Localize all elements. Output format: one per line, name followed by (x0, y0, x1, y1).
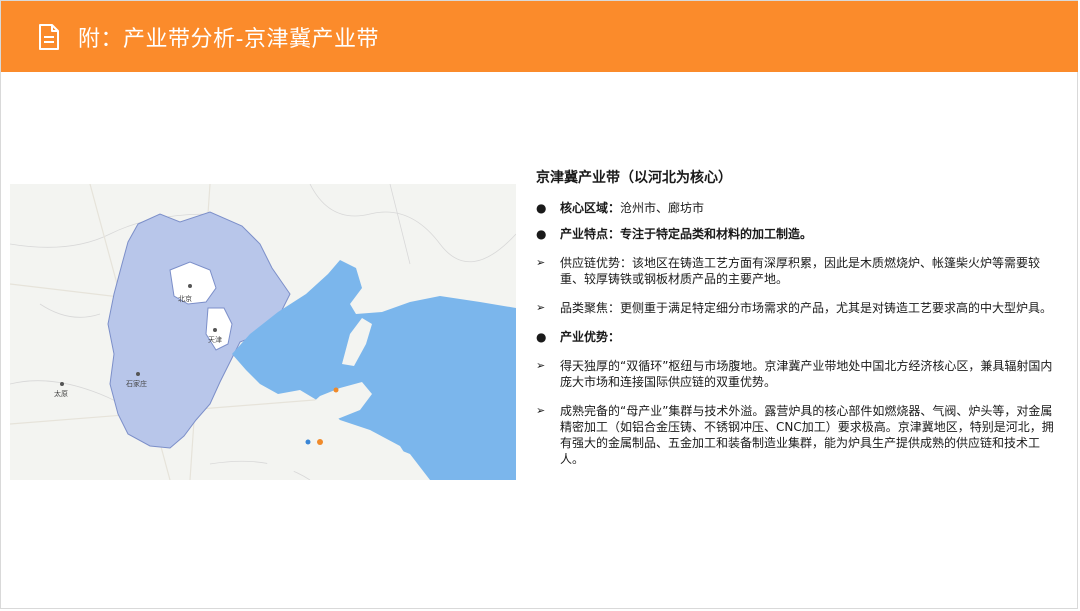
list-item: ➢ 成熟完备的“母产业”集群与技术外溢。露营炉具的核心部件如燃烧器、气阀、炉头等… (536, 403, 1056, 467)
map-label-tianjin: 天津 (208, 336, 222, 344)
advantage-1-text: 得天独厚的“双循环”枢纽与市场腹地。京津冀产业带地处中国北方经济核心区，兼具辐射… (560, 359, 1053, 389)
map-label-taiyuan: 太原 (54, 389, 68, 398)
bullet-icon: ● (536, 227, 547, 241)
header-bar: 附：产业带分析-京津冀产业带 (1, 1, 1078, 72)
supply-chain-text: 供应链优势：该地区在铸造工艺方面有深厚积累，因此是木质燃烧炉、帐篷柴火炉等需要较… (560, 256, 1041, 286)
arrow-bullet-icon: ➢ (536, 359, 546, 372)
bullet-icon: ● (536, 201, 547, 215)
advantage-2-text: 成熟完备的“母产业”集群与技术外溢。露营炉具的核心部件如燃烧器、气阀、炉头等，对… (560, 404, 1054, 466)
map-label-shijiazhuang: 石家庄 (126, 379, 147, 388)
document-icon (39, 23, 59, 50)
list-item: ● 核心区域：沧州市、廊坊市 (536, 200, 1056, 216)
arrow-bullet-icon: ➢ (536, 256, 546, 269)
advantage-title: 产业优势： (560, 330, 621, 344)
list-item: ➢ 得天独厚的“双循环”枢纽与市场腹地。京津冀产业带地处中国北方经济核心区，兼具… (536, 358, 1056, 390)
list-item: ➢ 品类聚焦：更侧重于满足特定细分市场需求的产品，尤其是对铸造工艺要求高的中大型… (536, 300, 1056, 316)
feature-title: 产业特点：专注于特定品类和材料的加工制造。 (560, 227, 813, 241)
bullet-icon: ● (536, 330, 547, 344)
core-label: 核心区域： (560, 201, 621, 215)
category-text: 品类聚焦：更侧重于满足特定细分市场需求的产品，尤其是对铸造工艺要求高的中大型炉具… (560, 301, 1053, 315)
analysis-text: 京津冀产业带（以河北为核心） ● 核心区域：沧州市、廊坊市 ● 产业特点：专注于… (536, 170, 1056, 480)
section-heading: 京津冀产业带（以河北为核心） (536, 170, 732, 186)
list-item: ● 产业特点：专注于特定品类和材料的加工制造。 (536, 226, 1056, 242)
map-label-beijing: 北京 (178, 294, 192, 303)
page-title: 附：产业带分析-京津冀产业带 (78, 26, 379, 52)
region-map: 北京 天津 石家庄 太原 (10, 184, 516, 480)
arrow-bullet-icon: ➢ (536, 404, 546, 417)
list-item: ● 产业优势： (536, 329, 1056, 345)
list-item: ➢ 供应链优势：该地区在铸造工艺方面有深厚积累，因此是木质燃烧炉、帐篷柴火炉等需… (536, 255, 1056, 287)
core-value: 沧州市、廊坊市 (620, 201, 705, 215)
arrow-bullet-icon: ➢ (536, 301, 546, 314)
